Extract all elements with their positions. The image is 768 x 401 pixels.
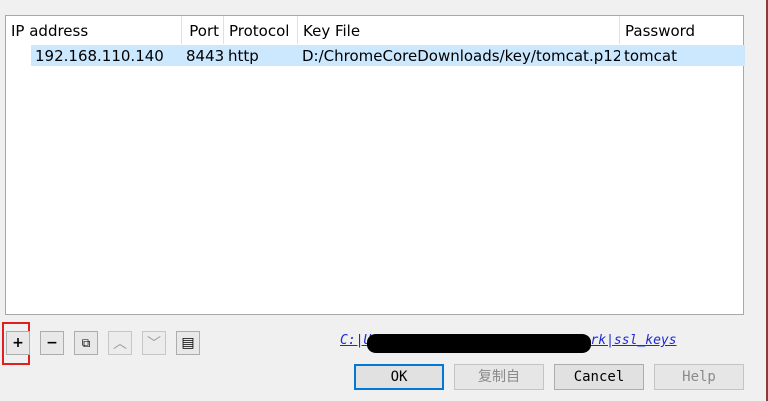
cell-port[interactable]: 8443 [182,45,224,66]
cell-ip[interactable]: 192.168.110.140 [31,45,182,66]
column-header-protocol[interactable]: Protocol [224,16,298,44]
plus-icon: + [12,335,24,351]
copy-from-button[interactable]: 复制自 [454,364,544,390]
move-up-button[interactable]: ︿ [108,331,132,355]
remove-button[interactable]: − [40,331,64,355]
cell-password[interactable]: tomcat [620,45,745,66]
ok-button[interactable]: OK [354,364,444,390]
redaction-mark [420,340,590,352]
help-button[interactable]: Help [654,364,744,390]
column-header-key-file[interactable]: Key File [298,16,620,44]
copy-button[interactable]: ⧉ [74,331,98,355]
column-header-password[interactable]: Password [620,16,743,44]
table-row[interactable]: 192.168.110.140 8443 http D:/ChromeCoreD… [31,45,745,66]
copy-icon: ⧉ [81,335,91,350]
chevron-up-icon: ︿ [113,336,127,352]
clear-button[interactable]: ▤ [176,331,200,355]
column-header-port[interactable]: Port [182,16,224,44]
column-header-ip[interactable]: IP address [6,16,182,44]
cell-protocol[interactable]: http [224,45,298,66]
chevron-down-icon: ﹀ [147,336,161,352]
cancel-button[interactable]: Cancel [554,364,644,390]
ssl-keys-table: IP address Port Protocol Key File Passwo… [5,15,745,315]
cell-key-file[interactable]: D:/ChromeCoreDownloads/key/tomcat.p12 [298,45,620,66]
clear-list-icon: ▤ [181,335,195,351]
minus-icon: − [46,335,58,351]
table-header: IP address Port Protocol Key File Passwo… [6,16,743,44]
move-down-button[interactable]: ﹀ [142,331,166,355]
add-button[interactable]: + [6,331,30,355]
